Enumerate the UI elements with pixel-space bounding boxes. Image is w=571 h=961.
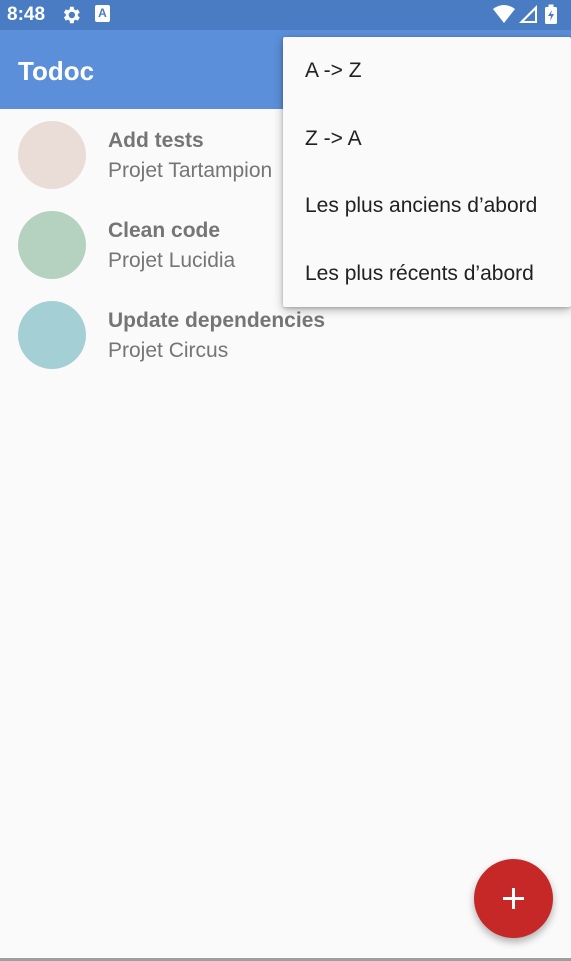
- task-project: Projet Tartampion: [108, 159, 273, 182]
- app-title: Todoc: [18, 56, 95, 86]
- task-project: Projet Lucidia: [108, 249, 236, 272]
- sort-menu-item-alphabetical[interactable]: A -> Z: [283, 37, 571, 105]
- status-time: 8:48: [7, 4, 46, 25]
- sort-menu-item-newest-first[interactable]: Les plus récents d’abord: [283, 240, 571, 308]
- a-notification-icon: A: [95, 5, 110, 22]
- wifi-icon: [493, 5, 515, 23]
- sort-menu-item-oldest-first[interactable]: Les plus anciens d’abord: [283, 172, 571, 240]
- task-name: Update dependencies: [108, 309, 326, 332]
- battery-icon: [545, 4, 557, 24]
- task-name: Add tests: [108, 129, 204, 152]
- plus-icon: [503, 888, 524, 909]
- sort-menu: A -> Z Z -> A Les plus anciens d’abord L…: [283, 37, 571, 307]
- add-task-button[interactable]: [474, 859, 553, 938]
- task-project: Projet Circus: [108, 339, 229, 362]
- gear-icon: [63, 6, 80, 24]
- task-name: Clean code: [108, 219, 221, 242]
- project-color-indicator: [18, 301, 86, 369]
- project-color-indicator: [18, 211, 86, 279]
- status-bar: 8:48 A: [0, 0, 571, 30]
- project-color-indicator: [18, 121, 86, 189]
- system-status-icons: [493, 4, 557, 24]
- sort-menu-item-alphabetical-reverse[interactable]: Z -> A: [283, 105, 571, 173]
